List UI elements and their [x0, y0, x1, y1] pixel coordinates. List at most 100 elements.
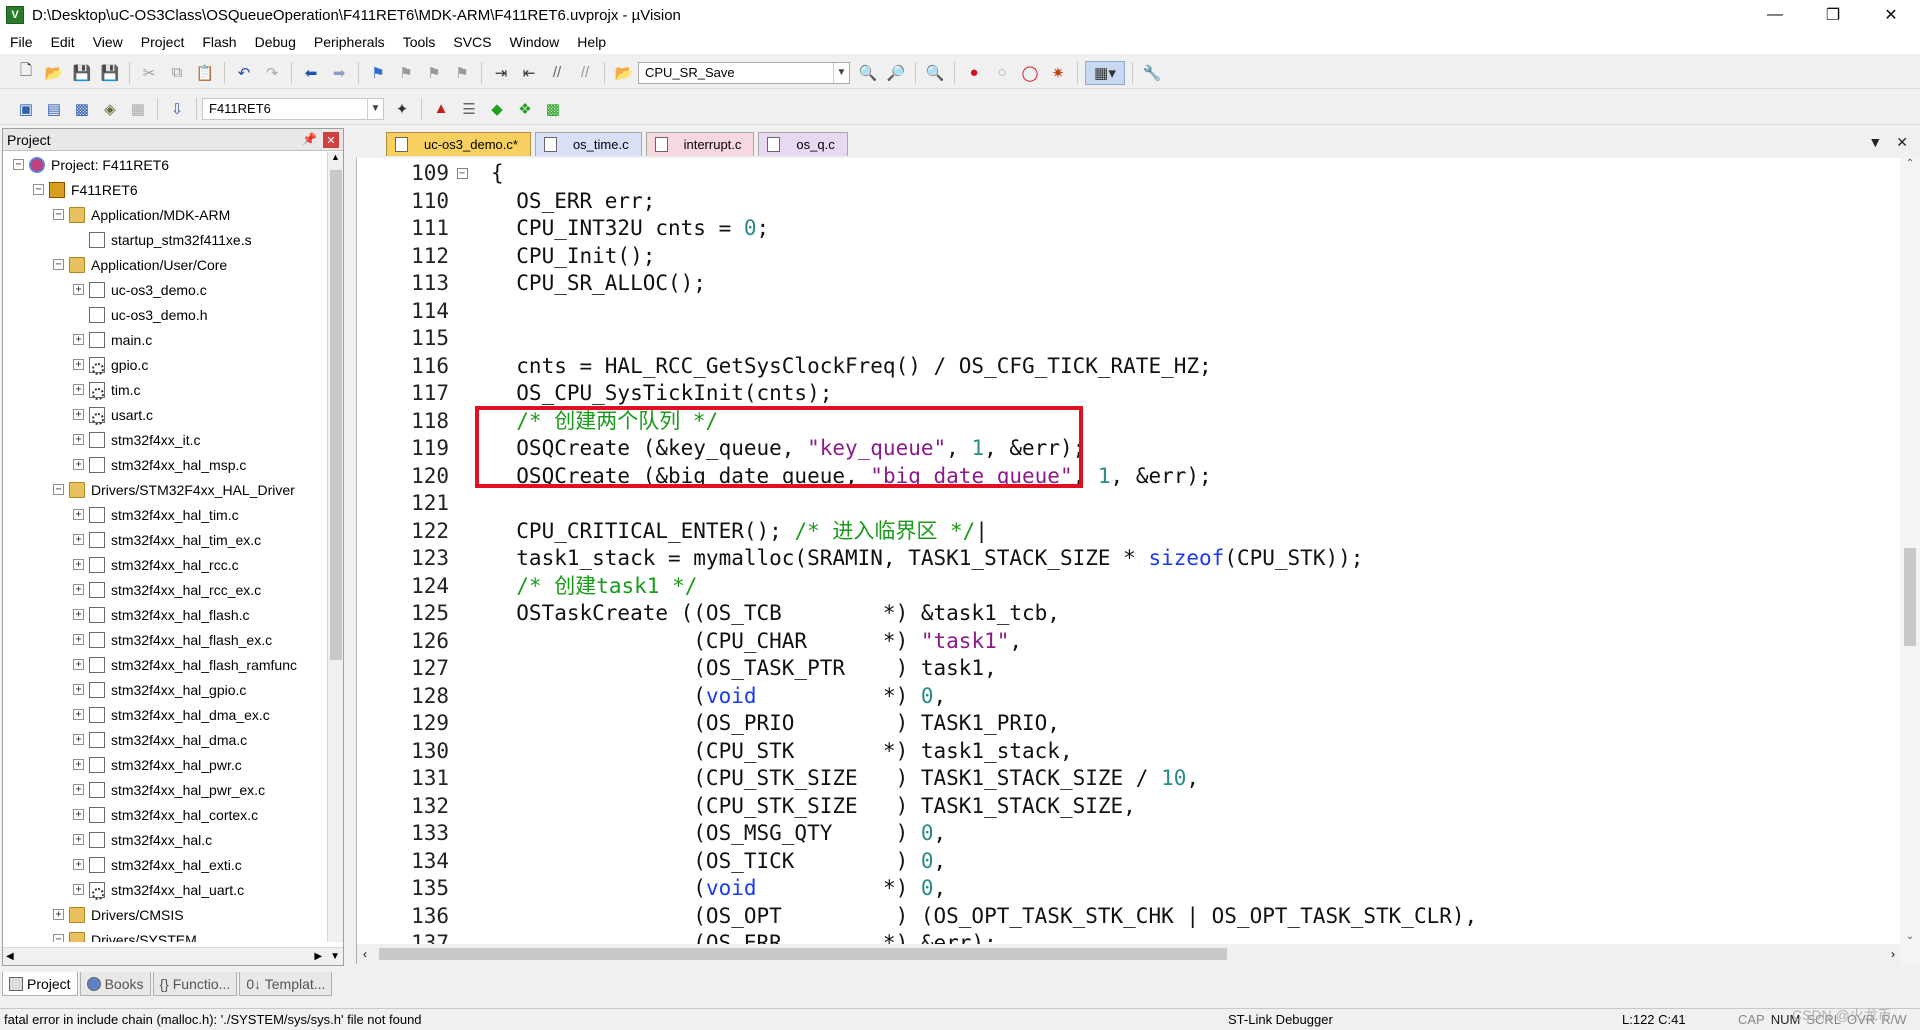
code-line[interactable]: 130 (CPU_STK *) task1_stack, — [357, 738, 1897, 766]
code-line[interactable]: 129 (OS_PRIO ) TASK1_PRIO, — [357, 710, 1897, 738]
tree-item[interactable]: + gpio.c — [3, 352, 329, 377]
menu-flash[interactable]: Flash — [193, 30, 245, 54]
tree-item[interactable]: + main.c — [3, 327, 329, 352]
tree-item[interactable]: + Drivers/CMSIS — [3, 902, 329, 927]
pin-icon[interactable]: 📌 — [302, 132, 317, 146]
expand-icon[interactable]: + — [73, 459, 84, 470]
clear-bookmarks-button[interactable]: ⚑ — [450, 61, 474, 85]
tab-os-q-c[interactable]: os_q.c — [758, 132, 848, 156]
editor-horizontal-scrollbar[interactable]: ‹ › — [357, 944, 1901, 964]
find-button[interactable]: 🔎 — [884, 61, 908, 85]
select-packs-button[interactable]: ❖ — [513, 97, 537, 121]
code-line[interactable]: 122 CPU_CRITICAL_ENTER(); /* 进入临界区 */| — [357, 518, 1897, 546]
collapse-icon[interactable]: − — [53, 484, 64, 495]
build-button[interactable]: ▤ — [42, 97, 66, 121]
find-in-files-button[interactable]: 📂 — [612, 61, 636, 85]
stop-build-button[interactable]: ▦ — [126, 97, 150, 121]
editor-vertical-scrollbar[interactable]: ⌃ ⌄ — [1900, 158, 1920, 964]
prev-bookmark-button[interactable]: ⚑ — [394, 61, 418, 85]
menu-help[interactable]: Help — [568, 30, 615, 54]
scroll-down-icon[interactable]: ▼ — [330, 951, 340, 962]
copy-button[interactable]: ⧉ — [165, 61, 189, 85]
code-line[interactable]: 116 cnts = HAL_RCC_GetSysClockFreq() / O… — [357, 353, 1897, 381]
code-line[interactable]: 115 — [357, 325, 1897, 353]
tree-item[interactable]: + stm32f4xx_hal_tim.c — [3, 502, 329, 527]
scroll-thumb[interactable] — [379, 948, 1227, 960]
code-line[interactable]: 117 OS_CPU_SysTickInit(cnts); — [357, 380, 1897, 408]
tab-books[interactable]: Books — [79, 972, 151, 996]
tree-item[interactable]: − Drivers/STM32F4xx_HAL_Driver — [3, 477, 329, 502]
find-combo[interactable]: CPU_SR_Save ▼ — [638, 61, 850, 84]
save-all-button[interactable]: 💾 — [98, 61, 122, 85]
menu-debug[interactable]: Debug — [246, 30, 305, 54]
expand-icon[interactable]: + — [73, 884, 84, 895]
expand-icon[interactable]: + — [73, 759, 84, 770]
menu-project[interactable]: Project — [132, 30, 194, 54]
tree-item[interactable]: + stm32f4xx_hal_cortex.c — [3, 802, 329, 827]
manage-rte-button[interactable]: ◆ — [485, 97, 509, 121]
expand-icon[interactable]: + — [73, 834, 84, 845]
tree-item[interactable]: + stm32f4xx_hal_flash_ramfunc — [3, 652, 329, 677]
expand-icon[interactable]: + — [73, 584, 84, 595]
tree-item[interactable]: − Drivers/SYSTEM — [3, 927, 329, 942]
collapse-icon[interactable]: − — [13, 159, 24, 170]
tree-item[interactable]: − Application/User/Core — [3, 252, 329, 277]
tree-item[interactable]: + stm32f4xx_hal_pwr_ex.c — [3, 777, 329, 802]
menu-tools[interactable]: Tools — [394, 30, 445, 54]
menu-view[interactable]: View — [84, 30, 132, 54]
target-options-button[interactable]: ✦ — [390, 97, 414, 121]
tree-item[interactable]: + stm32f4xx_hal_flash.c — [3, 602, 329, 627]
menu-window[interactable]: Window — [501, 30, 569, 54]
tree-item[interactable]: + stm32f4xx_hal_msp.c — [3, 452, 329, 477]
nav-back-button[interactable]: ⬅ — [299, 61, 323, 85]
rebuild-button[interactable]: ▩ — [70, 97, 94, 121]
scroll-right-icon[interactable]: › — [1891, 947, 1895, 961]
menu-peripherals[interactable]: Peripherals — [305, 30, 394, 54]
close-button[interactable]: ✕ — [1862, 0, 1920, 30]
pack-installer-button[interactable]: ▩ — [541, 97, 565, 121]
tree-item[interactable]: + stm32f4xx_hal_dma.c — [3, 727, 329, 752]
code-line[interactable]: 133 (OS_MSG_QTY ) 0, — [357, 820, 1897, 848]
expand-icon[interactable]: + — [73, 359, 84, 370]
scroll-up-icon[interactable]: ▲ — [328, 152, 343, 168]
expand-icon[interactable]: + — [73, 609, 84, 620]
tree-item[interactable]: + stm32f4xx_hal_rcc_ex.c — [3, 577, 329, 602]
tree-item[interactable]: − Application/MDK-ARM — [3, 202, 329, 227]
project-tree-horizontal-scrollbar[interactable]: ◀ ▶ ▼ — [3, 947, 343, 965]
code-line[interactable]: 114 — [357, 298, 1897, 326]
cut-button[interactable]: ✂ — [137, 61, 161, 85]
expand-icon[interactable]: + — [73, 559, 84, 570]
tree-item[interactable]: + usart.c — [3, 402, 329, 427]
expand-icon[interactable]: + — [73, 409, 84, 420]
uncomment-button[interactable]: // — [573, 61, 597, 85]
code-line[interactable]: 132 (CPU_STK_SIZE ) TASK1_STACK_SIZE, — [357, 793, 1897, 821]
code-line[interactable]: 128 (void *) 0, — [357, 683, 1897, 711]
target-combo[interactable]: F411RET6 ▼ — [202, 97, 384, 120]
undo-button[interactable]: ↶ — [232, 61, 256, 85]
indent-button[interactable]: ⇥ — [489, 61, 513, 85]
tree-item[interactable]: + stm32f4xx_it.c — [3, 427, 329, 452]
insert-breakpoint-button[interactable]: ● — [962, 61, 986, 85]
collapse-icon[interactable]: − — [53, 209, 64, 220]
tree-item[interactable]: + stm32f4xx_hal_tim_ex.c — [3, 527, 329, 552]
expand-icon[interactable]: + — [73, 859, 84, 870]
download-button[interactable]: ⇩ — [165, 97, 189, 121]
tree-item[interactable]: + stm32f4xx_hal_dma_ex.c — [3, 702, 329, 727]
menu-edit[interactable]: Edit — [42, 30, 84, 54]
close-icon[interactable]: ✕ — [323, 132, 339, 148]
open-file-button[interactable]: 📂 — [42, 61, 66, 85]
manage-project-items-button[interactable]: ▲ — [429, 97, 453, 121]
tab-project[interactable]: Project — [2, 972, 78, 996]
scroll-up-icon[interactable]: ⌃ — [1900, 158, 1920, 176]
project-tree-vertical-scrollbar[interactable]: ▲ — [327, 152, 343, 942]
scroll-right-icon[interactable]: ▶ — [314, 951, 322, 962]
code-line[interactable]: 125 OSTaskCreate ((OS_TCB *) &task1_tcb, — [357, 600, 1897, 628]
code-line[interactable]: 111 CPU_INT32U cnts = 0; — [357, 215, 1897, 243]
chevron-down-icon[interactable]: ▼ — [367, 98, 383, 119]
expand-icon[interactable]: + — [73, 634, 84, 645]
tab-os-time-c[interactable]: os_time.c — [534, 132, 642, 156]
menu-svcs[interactable]: SVCS — [444, 30, 500, 54]
tree-item[interactable]: − Project: F411RET6 — [3, 152, 329, 177]
expand-icon[interactable]: + — [73, 684, 84, 695]
kill-all-breakpoints-button[interactable]: ✷ — [1046, 61, 1070, 85]
